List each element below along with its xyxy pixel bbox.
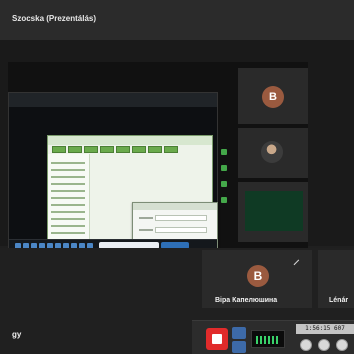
audio-meter-bar (268, 336, 270, 344)
window-title: Szocska (Prezentálás) (12, 14, 97, 23)
titlebar: Szocska (Prezentálás) (0, 0, 354, 40)
green-control[interactable] (221, 197, 227, 203)
green-control[interactable] (221, 181, 227, 187)
sidepanel-row (51, 197, 85, 199)
audio-meter-bar (272, 336, 274, 344)
participant-avatar: B (262, 86, 284, 108)
dialog-header (133, 203, 217, 210)
audio-meter-bar (256, 336, 258, 344)
app-window-header (48, 136, 212, 145)
dialog-field[interactable] (155, 227, 207, 233)
participant-tile[interactable]: B (238, 68, 308, 124)
app-tab[interactable] (116, 146, 130, 153)
participant-tile[interactable] (238, 182, 308, 242)
app-tab[interactable] (164, 146, 178, 153)
sidepanel-row (51, 183, 85, 185)
participant-tile[interactable]: Lénár (318, 250, 354, 308)
participant-name: Lénár (329, 297, 349, 304)
green-control[interactable] (221, 149, 227, 155)
sidepanel-row (51, 232, 85, 234)
recording-timer: 1:56:15 607 (296, 324, 354, 334)
sidepanel-row (51, 176, 85, 178)
sidepanel-row (51, 204, 85, 206)
shared-app-window (47, 135, 218, 268)
participant-tile[interactable]: B Віра Капелюшина (202, 250, 312, 308)
sidepanel-row (51, 225, 85, 227)
participant-avatar: B (247, 265, 269, 287)
app-tab[interactable] (68, 146, 82, 153)
app-tab[interactable] (132, 146, 146, 153)
app-tab[interactable] (84, 146, 98, 153)
participant-tile[interactable] (238, 128, 308, 178)
stop-icon (212, 334, 222, 344)
record-toolbar: 1:56:15 607 (192, 320, 354, 354)
pause-icon[interactable] (232, 341, 246, 353)
classroom-video (245, 191, 303, 231)
app-sidepanel (48, 154, 90, 240)
sidepanel-row (51, 218, 85, 220)
mic-off-icon (293, 259, 304, 270)
dialog-field[interactable] (155, 215, 207, 221)
dialog-field-label (139, 217, 153, 219)
green-control[interactable] (221, 165, 227, 171)
presenter-name: gy (12, 330, 22, 339)
audio-meter-bar (264, 336, 266, 344)
participant-photo (261, 141, 283, 163)
sidepanel-row (51, 190, 85, 192)
camera-icon[interactable] (232, 327, 246, 339)
audio-meter-bar (276, 336, 278, 344)
sidepanel-row (51, 162, 85, 164)
app-toolbar-tabs (50, 145, 212, 154)
desktop-header (9, 93, 217, 107)
meeting-stage: B (0, 40, 354, 268)
participant-name: Віра Капелюшина (215, 297, 278, 304)
audio-meter (251, 330, 285, 348)
info-icon[interactable] (336, 339, 348, 351)
audio-meter-bar (260, 336, 262, 344)
app-tab[interactable] (52, 146, 66, 153)
sidepanel-row (51, 211, 85, 213)
volume-icon[interactable] (300, 339, 312, 351)
shared-desktop (8, 92, 227, 268)
sidepanel-row (51, 169, 85, 171)
dialog-field-label (139, 229, 153, 231)
app-tab[interactable] (148, 146, 162, 153)
stop-recording-button[interactable] (206, 328, 228, 350)
settings-icon[interactable] (318, 339, 330, 351)
app-tab[interactable] (100, 146, 114, 153)
shared-screen: B (8, 62, 308, 268)
